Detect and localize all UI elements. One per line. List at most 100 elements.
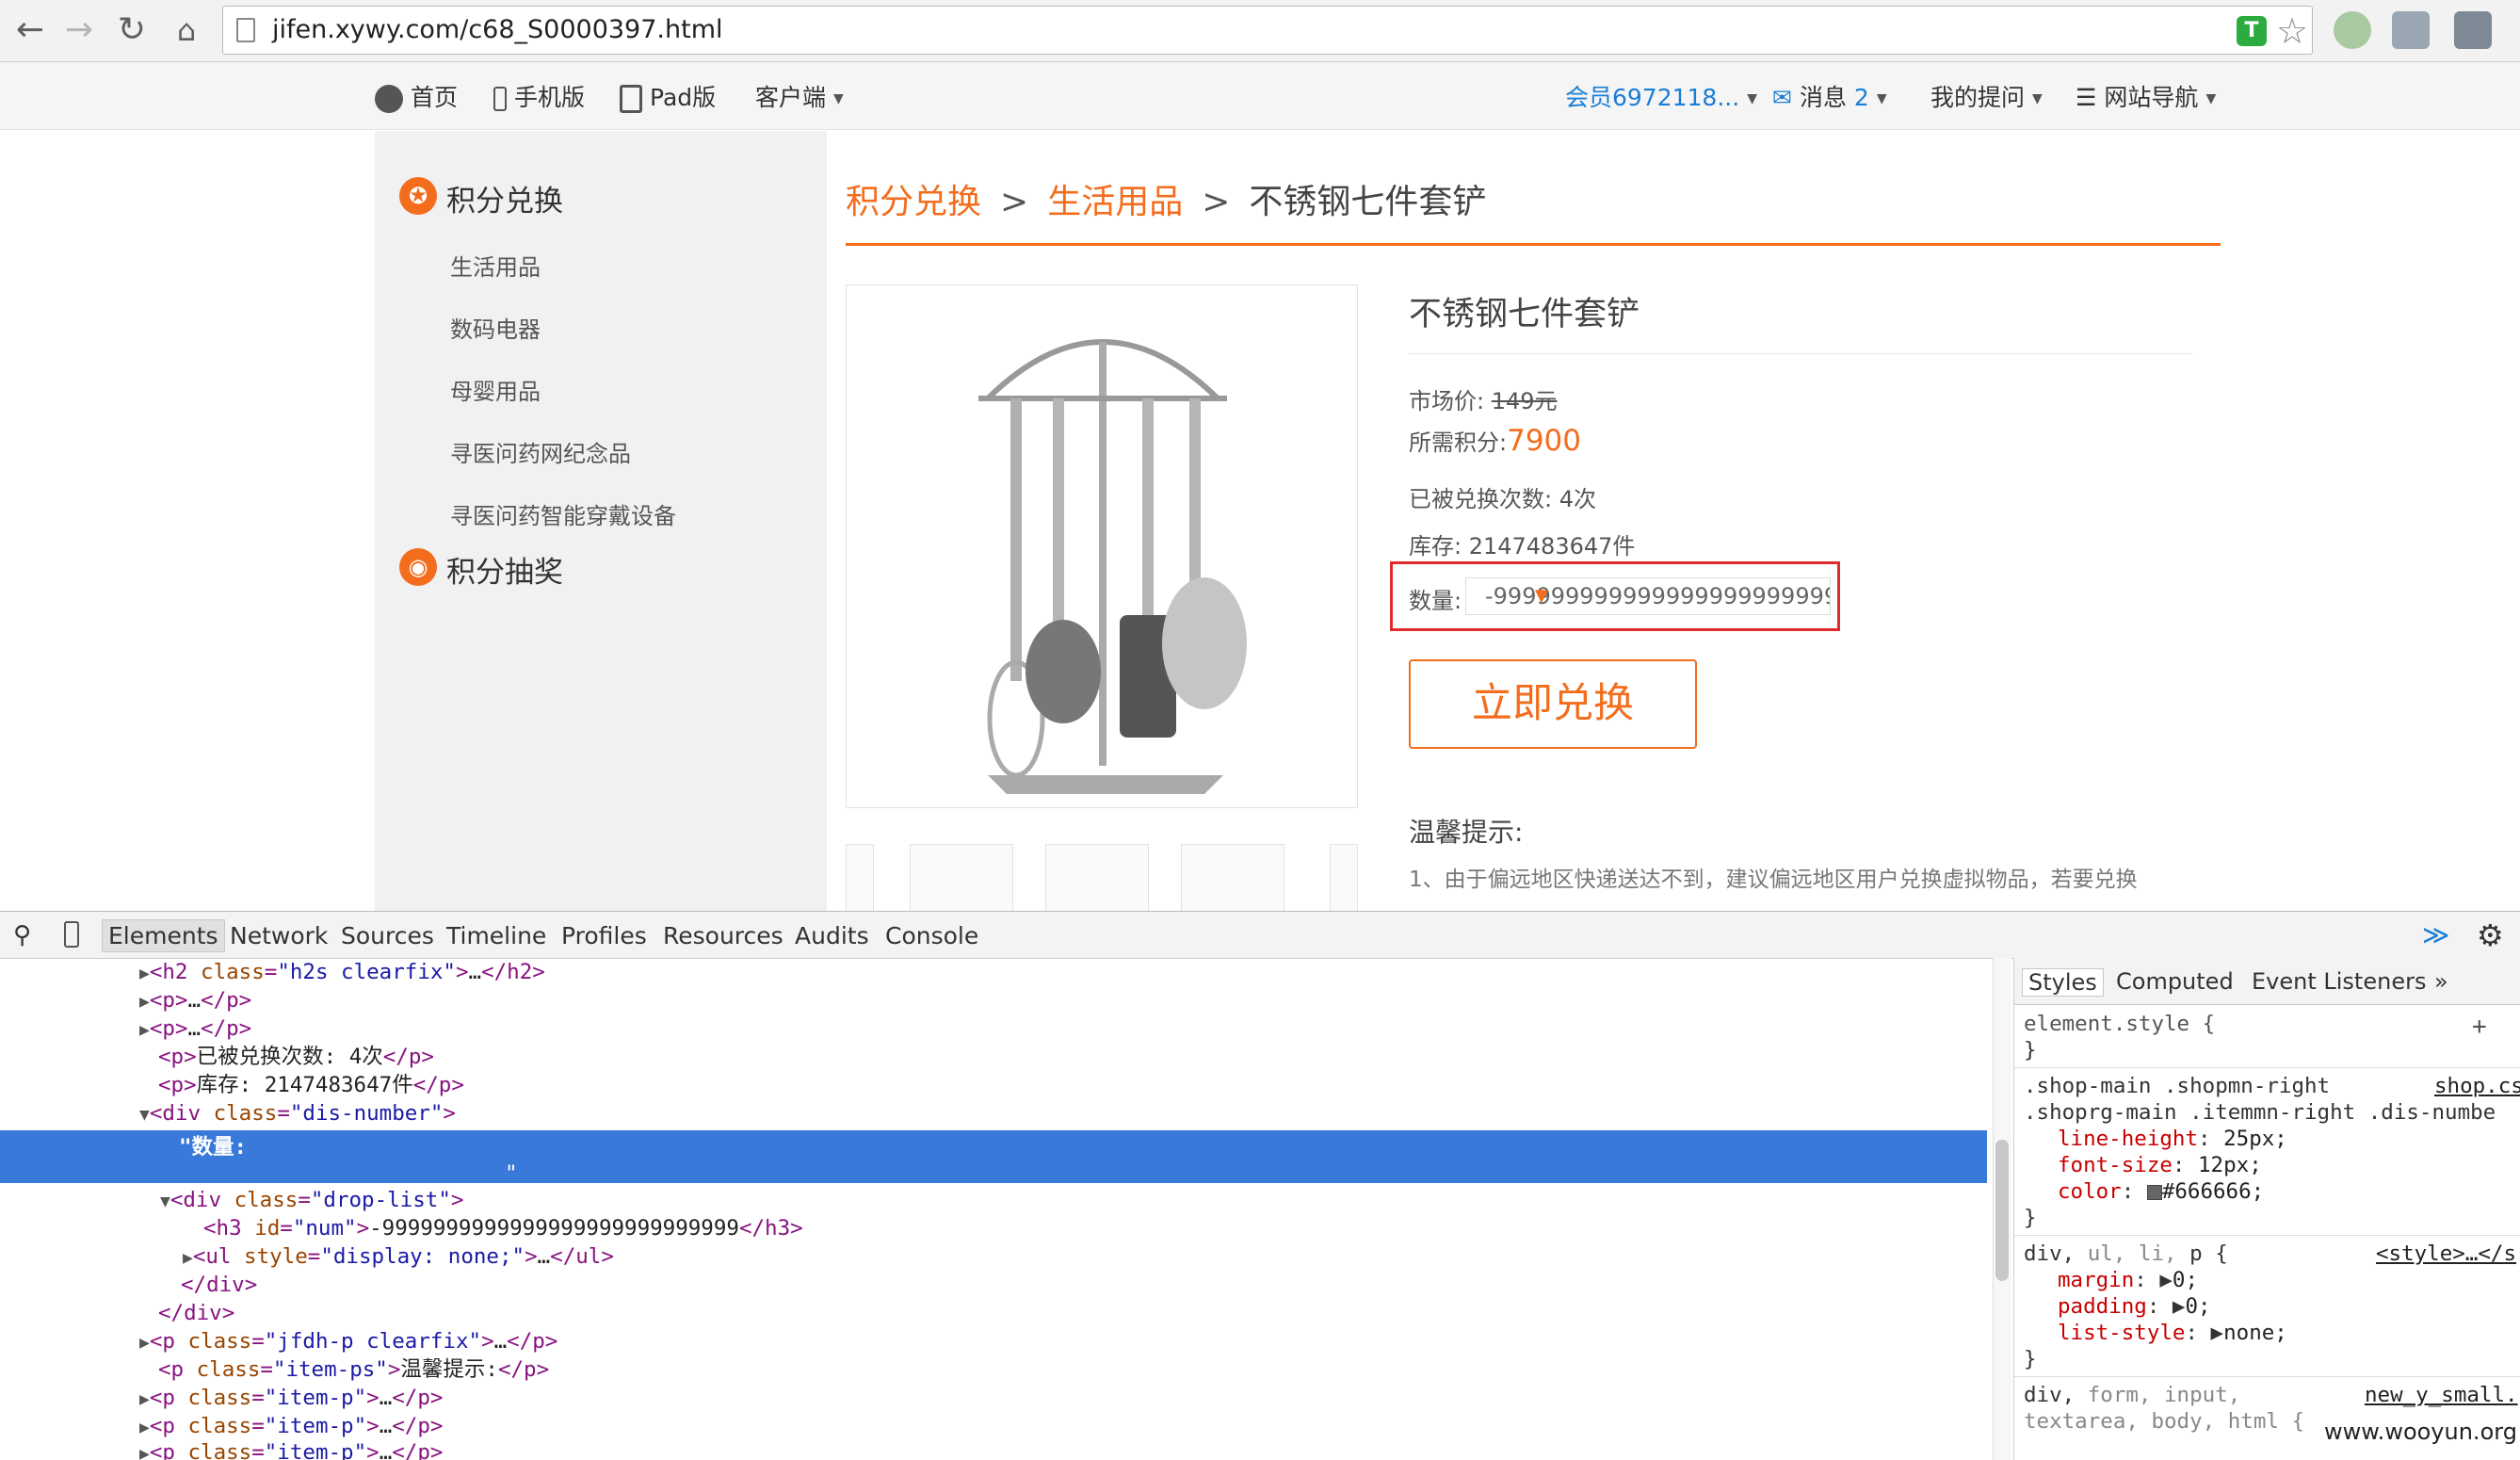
thumbnail[interactable] — [910, 844, 1013, 912]
style-declaration[interactable]: color: #666666; — [2058, 1178, 2264, 1205]
style-declaration[interactable]: padding: ▶0; — [2058, 1293, 2211, 1320]
style-rule[interactable]: element.style { — [2024, 1011, 2215, 1037]
dropdown-arrow-icon: ▼ — [1535, 586, 1548, 606]
sidebar-item-daily-goods[interactable]: 生活用品 — [450, 249, 541, 282]
dom-node[interactable]: <p>库存: 2147483647件</p> — [158, 1071, 464, 1099]
dom-node[interactable]: ▼<div class="drop-list"> — [160, 1186, 463, 1214]
product-image[interactable] — [846, 284, 1358, 808]
console-drawer-icon[interactable]: ≫ — [2422, 919, 2449, 950]
bookmark-star-icon[interactable]: ☆ — [2276, 10, 2308, 52]
tab-profiles[interactable]: Profiles — [561, 922, 647, 949]
quantity-dropdown[interactable]: -9999999999999999999999999999 — [1465, 577, 1831, 615]
chevron-down-icon: ▼ — [2205, 91, 2217, 106]
dom-node[interactable]: ▶<p>…</p> — [139, 986, 251, 1014]
tab-console[interactable]: Console — [885, 922, 978, 949]
dom-node[interactable]: ▶<p class="jfdh-p clearfix">…</p> — [139, 1327, 557, 1355]
tab-elements[interactable]: Elements — [102, 919, 225, 952]
device-mode-icon[interactable] — [64, 921, 79, 948]
thumb-prev-button[interactable] — [846, 844, 874, 912]
sidebar-section-exchange[interactable]: 积分兑换 — [446, 177, 563, 219]
dom-node[interactable]: <p>已被兑换次数: 4次</p> — [158, 1043, 434, 1071]
exchange-count: 已被兑换次数: 4次 — [1409, 486, 1596, 512]
breadcrumb-root[interactable]: 积分兑换 — [846, 183, 981, 221]
breadcrumb-category[interactable]: 生活用品 — [1047, 183, 1183, 221]
tab-sources[interactable]: Sources — [341, 922, 434, 949]
selected-text-node[interactable]: "数量: — [179, 1133, 247, 1161]
tab-resources[interactable]: Resources — [663, 922, 783, 949]
style-selector[interactable]: textarea, body, html { — [2024, 1408, 2304, 1435]
messages-dropdown[interactable]: ✉ 消息 2 ▼ — [1772, 79, 1887, 113]
sidebar-item-digital[interactable]: 数码电器 — [450, 311, 541, 344]
dom-node[interactable]: ▶<p class="item-p">…</p> — [139, 1412, 443, 1440]
forward-icon[interactable]: → — [58, 9, 100, 51]
sidebar-item-baby[interactable]: 母婴用品 — [450, 373, 541, 406]
style-rule: } — [2024, 1347, 2037, 1371]
thumbnail[interactable] — [1181, 844, 1284, 912]
chevron-down-icon: ▼ — [833, 91, 844, 106]
dom-node[interactable]: ▶<h2 class="h2s clearfix">…</h2> — [139, 958, 545, 986]
client-dropdown[interactable]: 客户端 ▼ — [755, 79, 844, 113]
tab-audits[interactable]: Audits — [795, 922, 869, 949]
tab-computed[interactable]: Computed — [2116, 968, 2234, 995]
site-nav-dropdown[interactable]: ☰ 网站导航 ▼ — [2076, 79, 2216, 113]
thumb-next-button[interactable] — [1330, 844, 1358, 912]
back-icon[interactable]: ← — [9, 9, 51, 51]
add-rule-icon[interactable]: + — [2472, 1013, 2487, 1041]
stock: 库存: 2147483647件 — [1409, 533, 1636, 560]
tab-styles[interactable]: Styles — [2022, 968, 2104, 997]
reload-icon[interactable]: ↻ — [111, 9, 153, 51]
breadcrumb-current: 不锈钢七件套铲 — [1249, 183, 1487, 221]
dom-node[interactable]: <p class="item-ps">温馨提示:</p> — [158, 1355, 549, 1384]
mobile-link[interactable]: 手机版 — [493, 79, 585, 113]
style-source-link[interactable]: shop.cs — [2434, 1073, 2520, 1099]
style-source-link[interactable]: <style>…</s — [2376, 1241, 2516, 1267]
gear-icon[interactable]: ⚙ — [2477, 917, 2504, 953]
home-icon[interactable]: ⌂ — [166, 9, 207, 51]
style-selector[interactable]: div, ul, li, p { — [2024, 1241, 2228, 1267]
inspect-search-icon[interactable]: ⚲ — [13, 921, 31, 949]
sidebar-item-souvenir[interactable]: 寻医问药网纪念品 — [450, 435, 631, 468]
redeem-button[interactable]: 立即兑换 — [1409, 659, 1697, 749]
thumbnail[interactable] — [1045, 844, 1149, 912]
color-swatch[interactable] — [2146, 1184, 2162, 1200]
dom-node[interactable]: ▼<div class="dis-number"> — [139, 1099, 456, 1127]
more-tabs-icon[interactable]: » — [2434, 968, 2448, 995]
style-declaration[interactable]: margin: ▶0; — [2058, 1267, 2198, 1293]
dom-node[interactable]: ▶<p>…</p> — [139, 1014, 251, 1043]
tablet-icon — [620, 85, 642, 113]
address-bar[interactable]: jifen.xywy.com/c68_S0000397.html T ☆ — [222, 6, 2313, 55]
style-selector[interactable]: div, form, input, — [2024, 1382, 2240, 1408]
home-link[interactable]: 首页 — [375, 79, 458, 113]
sidebar-section-lottery[interactable]: 积分抽奖 — [446, 548, 563, 591]
style-declaration[interactable]: font-size: 12px; — [2058, 1152, 2262, 1178]
tab-event-listeners[interactable]: Event Listeners — [2252, 968, 2426, 995]
shield-extension-icon[interactable]: T — [2237, 16, 2267, 46]
member-dropdown[interactable]: 会员6972118... ▼ — [1565, 79, 1757, 113]
style-selector[interactable]: .shoprg-main .itemmn-right .dis-numbe — [2024, 1099, 2496, 1126]
style-source-link[interactable]: new_y_small. — [2365, 1382, 2518, 1408]
required-points: 所需积分:7900 — [1409, 424, 1581, 458]
url-text: jifen.xywy.com/c68_S0000397.html — [272, 15, 723, 44]
dom-node[interactable]: ▶<p class="item-p">…</p> — [139, 1438, 443, 1460]
style-selector[interactable]: .shop-main .shopmn-right — [2024, 1073, 2330, 1099]
phone-icon — [493, 87, 507, 111]
dom-node[interactable]: <h3 id="num">-99999999999999999999999999… — [203, 1214, 803, 1242]
dom-node[interactable]: </div> — [181, 1271, 257, 1299]
dom-node[interactable]: </div> — [158, 1299, 234, 1327]
extension-icon[interactable] — [2334, 11, 2371, 49]
style-declaration[interactable]: line-height: 25px; — [2058, 1126, 2287, 1152]
evernote-icon[interactable] — [2454, 11, 2492, 49]
pad-link[interactable]: Pad版 — [620, 79, 716, 113]
product-title: 不锈钢七件套铲 — [1409, 296, 1640, 333]
style-declaration[interactable]: list-style: ▶none; — [2058, 1320, 2287, 1346]
dom-node[interactable]: ▶<p class="item-p">…</p> — [139, 1384, 443, 1412]
scrollbar-thumb[interactable] — [1995, 1140, 2009, 1281]
tab-network[interactable]: Network — [230, 922, 328, 949]
dom-node[interactable]: ▶<ul style="display: none;">…</ul> — [183, 1242, 614, 1271]
styles-tabbar: Styles Computed Event Listeners » — [2014, 958, 2520, 1005]
tab-timeline[interactable]: Timeline — [446, 922, 546, 949]
sidebar-item-wearables[interactable]: 寻医问药智能穿戴设备 — [450, 497, 676, 530]
lottery-icon: ◉ — [399, 548, 437, 586]
wrench-extension-icon[interactable] — [2392, 11, 2430, 49]
my-questions-dropdown[interactable]: 我的提问 ▼ — [1930, 79, 2043, 113]
